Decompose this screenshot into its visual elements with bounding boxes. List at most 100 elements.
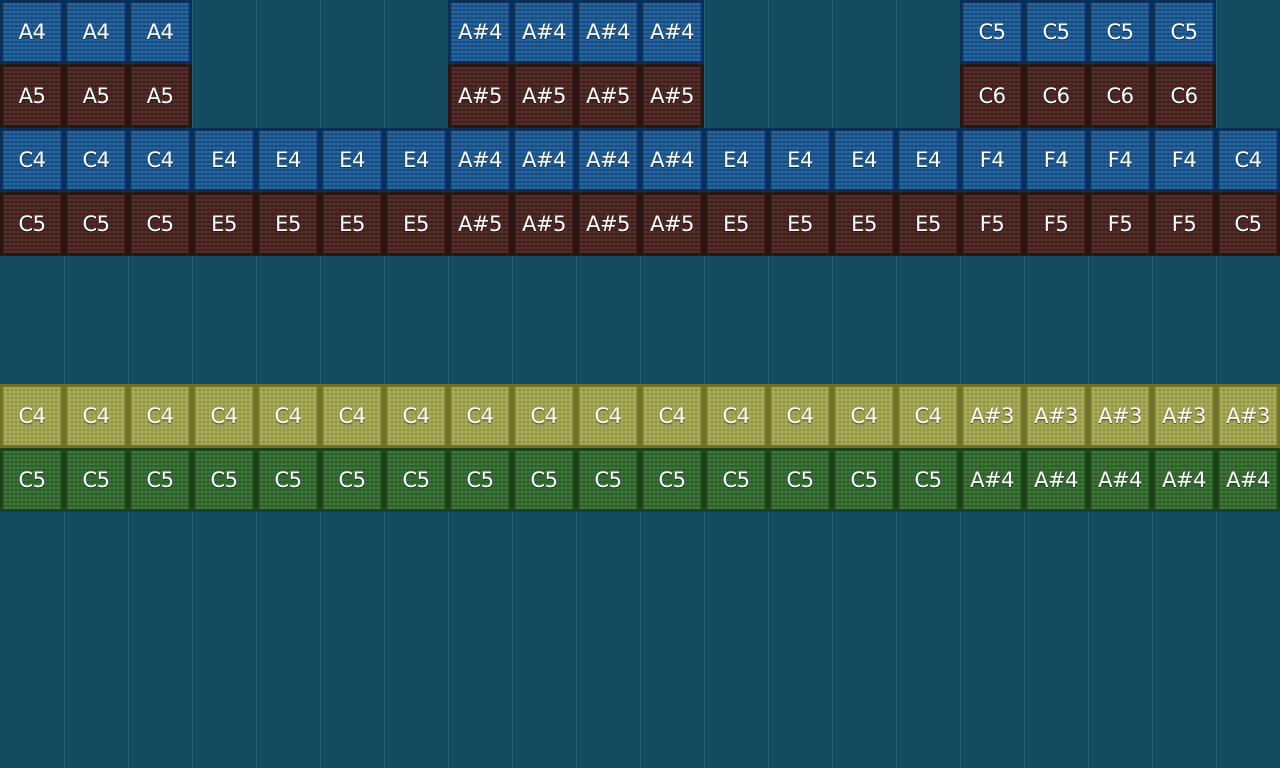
note-block[interactable]: C5: [1024, 0, 1088, 64]
note-block[interactable]: C4: [320, 384, 384, 448]
note-block[interactable]: E4: [832, 128, 896, 192]
note-block[interactable]: E5: [704, 192, 768, 256]
note-block[interactable]: A#4: [448, 0, 512, 64]
note-block[interactable]: E4: [320, 128, 384, 192]
note-block[interactable]: C4: [448, 384, 512, 448]
note-block[interactable]: A#4: [512, 0, 576, 64]
note-block[interactable]: A#4: [1152, 448, 1216, 512]
note-block[interactable]: C6: [960, 64, 1024, 128]
note-block[interactable]: A#5: [448, 64, 512, 128]
note-block[interactable]: A#5: [512, 192, 576, 256]
note-block[interactable]: C4: [128, 384, 192, 448]
note-block[interactable]: C4: [704, 384, 768, 448]
note-block[interactable]: A#4: [960, 448, 1024, 512]
note-block[interactable]: E5: [384, 192, 448, 256]
note-block[interactable]: A#5: [576, 192, 640, 256]
note-block[interactable]: C4: [512, 384, 576, 448]
note-block[interactable]: E5: [320, 192, 384, 256]
note-block[interactable]: C5: [320, 448, 384, 512]
note-block[interactable]: E5: [832, 192, 896, 256]
note-block[interactable]: C4: [256, 384, 320, 448]
note-block[interactable]: A4: [0, 0, 64, 64]
note-block[interactable]: F4: [1152, 128, 1216, 192]
note-block[interactable]: C5: [704, 448, 768, 512]
note-block[interactable]: C4: [192, 384, 256, 448]
note-block[interactable]: C5: [192, 448, 256, 512]
note-block[interactable]: C5: [256, 448, 320, 512]
note-block[interactable]: C5: [768, 448, 832, 512]
note-block[interactable]: C4: [64, 128, 128, 192]
note-block[interactable]: E4: [384, 128, 448, 192]
note-block[interactable]: E4: [256, 128, 320, 192]
note-block[interactable]: E5: [192, 192, 256, 256]
note-block[interactable]: C4: [768, 384, 832, 448]
note-block[interactable]: C6: [1088, 64, 1152, 128]
note-block[interactable]: C4: [128, 128, 192, 192]
note-block[interactable]: A5: [128, 64, 192, 128]
note-block[interactable]: C5: [960, 0, 1024, 64]
note-block[interactable]: E4: [896, 128, 960, 192]
note-block[interactable]: C5: [832, 448, 896, 512]
note-block[interactable]: C5: [64, 192, 128, 256]
note-block[interactable]: F5: [960, 192, 1024, 256]
note-block[interactable]: C4: [576, 384, 640, 448]
note-block[interactable]: A#3: [1152, 384, 1216, 448]
note-block[interactable]: C4: [384, 384, 448, 448]
note-block[interactable]: C5: [128, 448, 192, 512]
note-block[interactable]: F5: [1088, 192, 1152, 256]
note-block[interactable]: C4: [64, 384, 128, 448]
note-block[interactable]: C5: [0, 448, 64, 512]
note-block[interactable]: C5: [128, 192, 192, 256]
note-block[interactable]: A#3: [960, 384, 1024, 448]
note-block[interactable]: F5: [1024, 192, 1088, 256]
note-block[interactable]: A#5: [576, 64, 640, 128]
note-block[interactable]: A5: [0, 64, 64, 128]
note-block[interactable]: F4: [960, 128, 1024, 192]
note-block[interactable]: C6: [1024, 64, 1088, 128]
note-block[interactable]: A#5: [640, 192, 704, 256]
note-block[interactable]: A#3: [1216, 384, 1280, 448]
note-block[interactable]: E5: [896, 192, 960, 256]
note-block[interactable]: A5: [64, 64, 128, 128]
note-block[interactable]: C5: [64, 448, 128, 512]
note-block[interactable]: C5: [1216, 192, 1280, 256]
note-block[interactable]: C5: [0, 192, 64, 256]
note-block[interactable]: A#5: [512, 64, 576, 128]
note-block[interactable]: A#3: [1024, 384, 1088, 448]
note-block[interactable]: A#4: [1088, 448, 1152, 512]
note-block[interactable]: E4: [192, 128, 256, 192]
note-block[interactable]: C5: [1152, 0, 1216, 64]
note-block[interactable]: E4: [768, 128, 832, 192]
note-block[interactable]: A#5: [448, 192, 512, 256]
note-block[interactable]: C4: [0, 128, 64, 192]
note-block[interactable]: C4: [0, 384, 64, 448]
note-block[interactable]: A#4: [1024, 448, 1088, 512]
note-block[interactable]: C4: [640, 384, 704, 448]
note-block[interactable]: A4: [64, 0, 128, 64]
note-block[interactable]: A#4: [640, 128, 704, 192]
note-block[interactable]: A#4: [576, 0, 640, 64]
note-block[interactable]: A#4: [640, 0, 704, 64]
note-block[interactable]: C5: [896, 448, 960, 512]
note-block[interactable]: A#4: [1216, 448, 1280, 512]
note-block[interactable]: F4: [1024, 128, 1088, 192]
note-block[interactable]: A4: [128, 0, 192, 64]
note-block[interactable]: C5: [384, 448, 448, 512]
note-block[interactable]: E5: [256, 192, 320, 256]
note-block[interactable]: A#4: [512, 128, 576, 192]
note-block[interactable]: E4: [704, 128, 768, 192]
note-block[interactable]: C5: [1088, 0, 1152, 64]
note-block[interactable]: F5: [1152, 192, 1216, 256]
note-block[interactable]: A#3: [1088, 384, 1152, 448]
note-block[interactable]: A#5: [640, 64, 704, 128]
note-block[interactable]: A#4: [448, 128, 512, 192]
note-block[interactable]: C4: [1216, 128, 1280, 192]
note-block[interactable]: C5: [640, 448, 704, 512]
note-block[interactable]: F4: [1088, 128, 1152, 192]
note-block[interactable]: A#4: [576, 128, 640, 192]
note-block[interactable]: C4: [832, 384, 896, 448]
note-block[interactable]: C5: [512, 448, 576, 512]
note-block[interactable]: C6: [1152, 64, 1216, 128]
note-block[interactable]: C5: [448, 448, 512, 512]
note-block[interactable]: E5: [768, 192, 832, 256]
